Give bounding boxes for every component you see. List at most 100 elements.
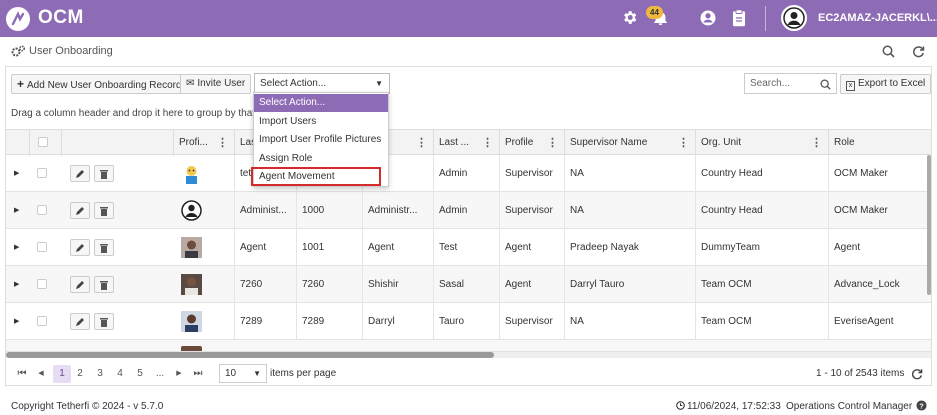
edit-button[interactable] — [70, 202, 90, 219]
page-2[interactable]: 2 — [74, 365, 86, 383]
cell-org-unit: Team OCM — [695, 303, 828, 340]
search-icon[interactable] — [882, 45, 895, 61]
expand-row-icon[interactable]: ▶ — [14, 192, 19, 229]
header-profile-pic[interactable]: Profi... ⋮ — [173, 130, 234, 156]
copyright: Copyright Tetherfi © 2024 - v 5.7.0 — [11, 401, 164, 412]
grid-search-input[interactable]: Search... — [744, 73, 837, 94]
table-row[interactable]: ▶ Agent 1001 Agent Test Agent Pradeep Na… — [6, 229, 931, 266]
settings-icon[interactable] — [621, 9, 638, 29]
page-3[interactable]: 3 — [94, 365, 106, 383]
export-excel-button[interactable]: x Export to Excel — [840, 74, 932, 94]
topbar-divider — [765, 6, 766, 31]
table-row[interactable]: ▶ Administ... 1000 Administr... Admin Su… — [6, 192, 931, 229]
edit-button[interactable] — [70, 276, 90, 293]
header-org-unit[interactable]: Org. Unit ⋮ — [695, 130, 828, 156]
svg-text:?: ? — [919, 401, 924, 410]
column-menu-icon[interactable]: ⋮ — [217, 130, 228, 156]
help-icon[interactable]: ? — [916, 400, 927, 414]
user-circle-icon[interactable] — [699, 9, 717, 30]
refresh-icon[interactable] — [912, 45, 925, 61]
header-last-name[interactable]: Last ... ⋮ — [433, 130, 499, 156]
photo-avatar — [181, 237, 202, 258]
horizontal-scrollbar-thumb[interactable] — [6, 352, 494, 358]
cell-org-unit: Team OCM — [695, 266, 828, 303]
add-record-button[interactable]: + Add New User Onboarding Record — [11, 74, 188, 94]
page-1[interactable]: 1 — [53, 365, 71, 383]
clipboard-icon[interactable] — [731, 9, 747, 30]
column-menu-icon[interactable]: ⋮ — [678, 130, 689, 156]
cell-role: Agent — [828, 229, 931, 266]
page-more[interactable]: ... — [153, 365, 167, 383]
group-panel-hint[interactable]: Drag a column header and drop it here to… — [11, 108, 276, 119]
cell-role: OCM Maker — [828, 155, 931, 192]
logo-icon — [6, 7, 30, 31]
delete-button[interactable] — [94, 165, 114, 182]
top-bar: OCM 44 EC2AMAZ-JACERKL\... — [0, 0, 937, 37]
excel-icon: x — [846, 81, 855, 91]
refresh-icon[interactable] — [911, 368, 923, 383]
cell-col-2: 7260 — [234, 266, 296, 303]
edit-button[interactable] — [70, 313, 90, 330]
delete-button[interactable] — [94, 239, 114, 256]
table-row[interactable]: ▶ teth erfi Admin Supervisor NA Country … — [6, 155, 931, 192]
header-supervisor[interactable]: Supervisor Name ⋮ — [564, 130, 695, 156]
cell-col-4: Agent — [362, 229, 433, 266]
last-page-icon[interactable]: ⏭ — [192, 365, 204, 383]
caret-down-icon: ▼ — [375, 79, 383, 88]
app-title: OCM — [38, 7, 84, 28]
table-row[interactable]: ▶ 7289 7289 Darryl Tauro Supervisor NA T… — [6, 303, 931, 340]
edit-button[interactable] — [70, 239, 90, 256]
cell-profile: Agent — [499, 266, 564, 303]
pager: ⏮ ◀ 1 2 3 4 5 ... ▶ ⏭ 10 ▼ items per page… — [6, 360, 931, 386]
expand-row-icon[interactable]: ▶ — [14, 155, 19, 192]
action-option-assign-role[interactable]: Assign Role — [254, 150, 388, 168]
row-checkbox[interactable] — [37, 168, 47, 178]
vertical-scrollbar[interactable] — [927, 155, 931, 295]
cell-last-name: Admin — [433, 192, 499, 229]
page-size-label: items per page — [270, 368, 337, 379]
action-option-import-users[interactable]: Import Users — [254, 113, 388, 131]
delete-button[interactable] — [94, 202, 114, 219]
horizontal-scrollbar[interactable] — [6, 352, 931, 358]
delete-button[interactable] — [94, 276, 114, 293]
table-row[interactable]: ▶ 7260 7260 Shishir Sasal Agent Darryl T… — [6, 266, 931, 303]
emoji-avatar — [181, 163, 202, 184]
column-menu-icon[interactable]: ⋮ — [547, 130, 558, 156]
row-checkbox[interactable] — [37, 316, 47, 326]
page-4[interactable]: 4 — [114, 365, 126, 383]
agent-movement-highlight — [251, 167, 381, 186]
action-select[interactable]: Select Action... ▼ — [254, 73, 390, 94]
expand-row-icon[interactable]: ▶ — [14, 303, 19, 340]
action-option-select[interactable]: Select Action... — [254, 94, 388, 112]
envelope-icon: ✉ — [186, 78, 195, 89]
action-option-import-pictures[interactable]: Import User Profile Pictures — [254, 131, 388, 149]
column-menu-icon[interactable]: ⋮ — [482, 130, 493, 156]
row-checkbox[interactable] — [37, 279, 47, 289]
expand-row-icon[interactable]: ▶ — [14, 229, 19, 266]
first-page-icon[interactable]: ⏮ — [16, 365, 28, 383]
cell-last-name: Tauro — [433, 303, 499, 340]
default-avatar — [181, 200, 202, 221]
username[interactable]: EC2AMAZ-JACERKL\... — [818, 12, 937, 24]
avatar[interactable] — [781, 5, 807, 31]
header-profile[interactable]: Profile ⋮ — [499, 130, 564, 156]
next-page-icon[interactable]: ▶ — [174, 365, 184, 383]
delete-button[interactable] — [94, 313, 114, 330]
row-checkbox[interactable] — [37, 242, 47, 252]
table-row[interactable] — [6, 340, 931, 352]
expand-row-icon[interactable]: ▶ — [14, 266, 19, 303]
cell-supervisor: Pradeep Nayak — [564, 229, 695, 266]
search-icon — [820, 78, 831, 97]
column-menu-icon[interactable]: ⋮ — [811, 130, 822, 156]
invite-user-button[interactable]: ✉ Invite User — [180, 74, 252, 94]
select-all-checkbox[interactable] — [38, 137, 48, 147]
page-5[interactable]: 5 — [134, 365, 146, 383]
edit-button[interactable] — [70, 165, 90, 182]
column-menu-icon[interactable]: ⋮ — [416, 130, 427, 156]
row-checkbox[interactable] — [37, 205, 47, 215]
prev-page-icon[interactable]: ◀ — [36, 365, 46, 383]
header-select-all[interactable] — [29, 130, 61, 156]
page-size-select[interactable]: 10 ▼ — [219, 364, 267, 383]
photo-avatar — [181, 311, 202, 332]
header-role[interactable]: Role — [828, 130, 931, 156]
